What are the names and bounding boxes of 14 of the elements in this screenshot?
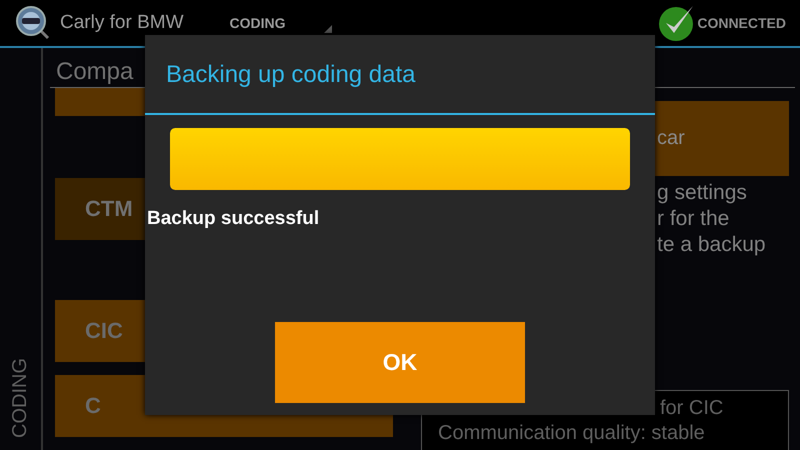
dialog-message: Backup successful (147, 208, 320, 230)
section-title: CODING (230, 15, 286, 31)
dropdown-indicator-icon (324, 25, 332, 33)
sidebar-label[interactable]: CODING (9, 358, 32, 438)
app-title: Carly for BMW (60, 12, 184, 34)
status-text: Communication quality: stable (438, 422, 706, 445)
logo-icon (16, 6, 50, 40)
status-text: for CIC (660, 397, 724, 420)
description-text: te a backup (657, 232, 767, 258)
ok-button[interactable]: OK (275, 322, 525, 403)
dialog-title: Backing up coding data (145, 35, 655, 115)
description-text: g settings (657, 180, 748, 206)
description-text: r for the (657, 206, 730, 232)
connection-status: CONNECTED (697, 15, 786, 31)
